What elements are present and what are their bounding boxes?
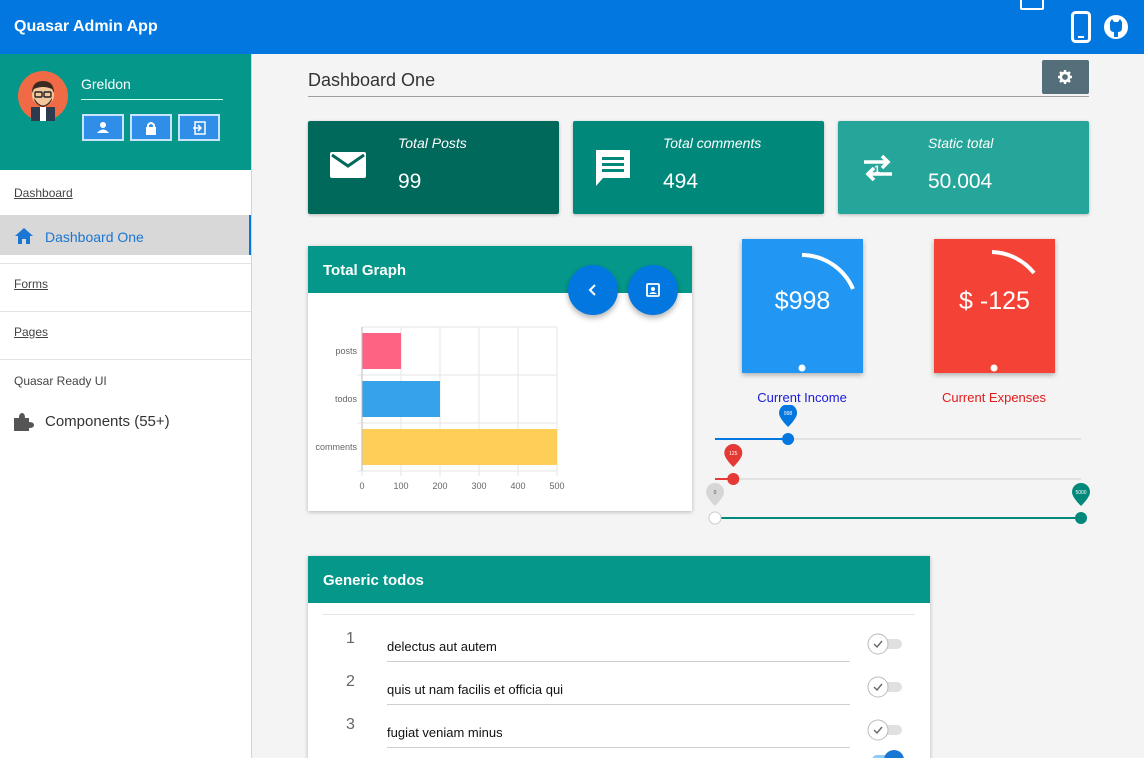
bar-todos [362,381,440,417]
svg-text:1: 1 [874,164,880,176]
lock-button[interactable] [130,114,172,141]
todo-text: delectus aut autem [387,639,497,654]
user-underline [81,99,223,100]
nav-section-dashboard[interactable]: Dashboard [14,186,73,200]
stat-card-static-total: 1 Static total 50.004 [838,121,1089,214]
y-tick-label: comments [315,442,357,452]
sliders: 998 125 0 5000 [706,405,1090,525]
income-caption: Current Income [757,390,847,405]
profile-panel: Greldon [0,54,251,170]
home-icon [15,228,33,244]
logout-icon [193,121,206,135]
todo-text: quis ut nam facilis et officia qui [387,682,564,697]
todo-number: 3 [346,716,355,733]
todo-toggle-partial[interactable] [866,748,906,758]
todo-row: 1 delectus aut autem [308,618,930,662]
portrait-icon [646,283,660,297]
generic-todos-card: Generic todos 1 delectus aut autem 2 qui… [308,556,930,758]
x-tick-label: 200 [432,481,447,491]
phone-icon[interactable] [1071,11,1091,43]
back-fab-button[interactable] [568,265,618,315]
todos-header: Generic todos [308,556,930,603]
github-icon[interactable] [1103,14,1129,40]
todos-title: Generic todos [323,572,424,589]
page-title: Dashboard One [308,70,436,90]
stat-label: Total comments [663,135,762,151]
slider-pin-label: 5000 [1075,490,1086,496]
slider-pin-label: 0 [714,490,717,496]
bar-posts [362,333,401,369]
x-tick-label: 100 [393,481,408,491]
range-slider-min-thumb[interactable] [708,511,722,525]
todo-toggle[interactable] [866,675,906,699]
divider [0,263,251,264]
mail-icon [330,152,366,178]
avatar[interactable] [18,71,68,121]
sidebar-item-label: Components (55+) [45,413,170,430]
sidebar-item-label: Dashboard One [45,229,144,245]
expense-slider-thumb[interactable] [727,473,740,485]
divider [0,359,251,360]
top-toolbar: Quasar Admin App [0,0,1144,54]
x-tick-label: 300 [471,481,486,491]
todo-toggle[interactable] [866,632,906,656]
sidebar-item-components[interactable]: Components (55+) [0,406,251,436]
settings-button[interactable] [1042,60,1089,94]
x-tick-label: 500 [549,481,564,491]
slider-pin-label: 998 [784,411,793,417]
stat-value: 50.004 [928,170,993,193]
stat-value: 99 [398,170,422,193]
y-tick-label: posts [335,346,357,356]
nav-section-quasar-ready-ui: Quasar Ready UI [14,374,107,388]
divider [0,311,251,312]
todo-number: 1 [346,630,355,647]
todo-row: 2 quis ut nam facilis et officia qui [308,661,930,705]
app-title: Quasar Admin App [14,18,158,35]
todo-toggle[interactable] [866,718,906,742]
nav-section-pages[interactable]: Pages [14,325,48,339]
income-slider-thumb[interactable] [782,433,795,445]
stat-value: 494 [663,170,699,193]
x-tick-label: 400 [510,481,525,491]
mail-icon[interactable] [1020,0,1044,10]
sidebar: Greldon Dashboard Dashboard One Forms Pa… [0,54,252,758]
slider-pin-label: 125 [729,451,738,457]
puzzle-icon [14,413,34,431]
bar-comments [362,429,557,465]
y-tick-label: todos [335,394,358,404]
logout-button[interactable] [178,114,220,141]
lock-icon [146,122,156,135]
divider [322,614,915,615]
todo-row: 3 fugiat veniam minus [308,704,930,748]
comment-icon [596,150,630,186]
contact-fab-button[interactable] [628,265,678,315]
income-value: $998 [774,287,831,315]
x-tick-label: 0 [359,481,364,491]
stat-label: Total Posts [398,135,467,151]
todo-number: 2 [346,673,355,690]
income-gauge: $998 [742,239,863,373]
todo-text: fugiat veniam minus [387,725,503,740]
expenses-value: $ -125 [959,287,1030,315]
stat-card-total-posts: Total Posts 99 [308,121,559,214]
gear-icon [1058,70,1072,84]
title-underline [308,96,1089,97]
stat-card-total-comments: Total comments 494 [573,121,824,214]
nav-section-forms[interactable]: Forms [14,277,48,291]
stat-label: Static total [928,135,994,151]
sidebar-item-dashboard-one[interactable]: Dashboard One [0,215,251,255]
user-name: Greldon [81,76,131,92]
profile-button[interactable] [82,114,124,141]
repeat-one-icon: 1 [864,154,892,182]
expenses-gauge: $ -125 [934,239,1055,373]
expenses-caption: Current Expenses [941,390,1047,405]
range-slider-max-thumb[interactable] [1075,512,1087,524]
chevron-left-icon [588,284,596,296]
person-icon [97,122,109,133]
todo-underline [387,747,850,748]
